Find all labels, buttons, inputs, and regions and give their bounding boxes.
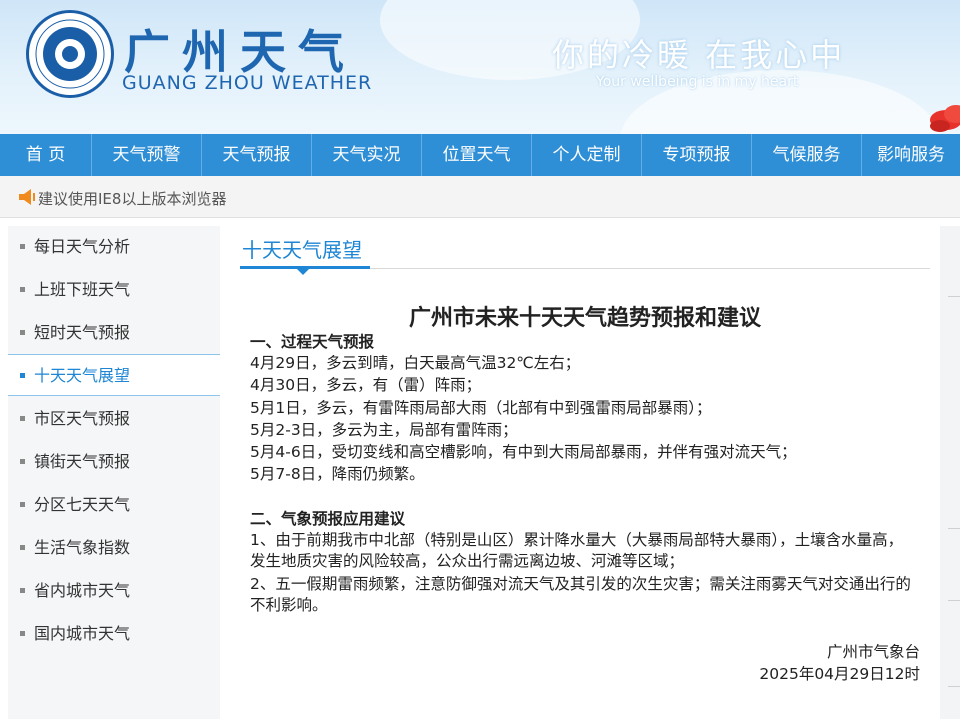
bullet-icon: [20, 631, 25, 636]
sidebar-item-label: 每日天气分析: [34, 237, 131, 256]
nav-item-warning[interactable]: 天气预警: [92, 134, 202, 176]
site-logo[interactable]: [26, 10, 114, 98]
bullet-icon: [20, 373, 25, 378]
sidebar-item-label: 国内城市天气: [34, 624, 131, 643]
sidebar-item-daily-analysis[interactable]: 每日天气分析: [8, 226, 220, 268]
sidebar-item-label: 市区天气预报: [34, 409, 131, 428]
bullet-icon: [20, 416, 25, 421]
bullet-icon: [20, 287, 25, 292]
flower-icon: [930, 105, 960, 132]
sidebar-item-district-seven-day[interactable]: 分区七天天气: [8, 484, 220, 526]
nav-item-location[interactable]: 位置天气: [422, 134, 532, 176]
right-panel-divider: [948, 686, 960, 687]
issue-time: 2025年04月29日12时: [759, 665, 920, 683]
section-heading-forecast: 一、过程天气预报: [250, 333, 375, 351]
header-slogan: 你的冷暖 在我心中: [552, 36, 846, 74]
sidebar-item-label: 短时天气预报: [34, 323, 131, 342]
main-nav: 首 页 天气预警 天气预报 天气实况 位置天气 个人定制 专项预报 气候服务 影…: [0, 134, 960, 176]
nav-item-home[interactable]: 首 页: [0, 134, 92, 176]
sidebar-item-commute[interactable]: 上班下班天气: [8, 269, 220, 311]
sidebar-item-province-cities[interactable]: 省内城市天气: [8, 570, 220, 612]
logo-emblem-icon: [43, 27, 97, 81]
sidebar-item-short-term[interactable]: 短时天气预报: [8, 312, 220, 354]
forecast-line: 5月7-8日，降雨仍频繁。: [250, 465, 425, 483]
sidebar: 每日天气分析 上班下班天气 短时天气预报 十天天气展望 市区天气预报 镇街天气预…: [8, 226, 220, 719]
bullet-icon: [20, 459, 25, 464]
sidebar-item-urban[interactable]: 市区天气预报: [8, 398, 220, 440]
sidebar-item-label: 生活气象指数: [34, 538, 131, 557]
tab-ten-day-outlook[interactable]: 十天天气展望: [242, 234, 362, 263]
forecast-line: 4月29日，多云到晴，白天最高气温32℃左右；: [250, 354, 581, 372]
sidebar-item-national-cities[interactable]: 国内城市天气: [8, 613, 220, 655]
site-title-en: GUANG ZHOU WEATHER: [122, 72, 373, 94]
site-header: 广州天气 GUANG ZHOU WEATHER 你的冷暖 在我心中 Your w…: [0, 0, 960, 134]
nav-item-impact[interactable]: 影响服务: [862, 134, 960, 176]
issuer: 广州市气象台: [826, 643, 920, 661]
right-panel-divider: [948, 600, 960, 601]
forecast-line: 5月1日，多云，有雷阵雨局部大雨（北部有中到强雷雨局部暴雨）；: [250, 399, 712, 417]
sidebar-item-label: 十天天气展望: [34, 366, 131, 385]
sidebar-item-label: 上班下班天气: [34, 280, 131, 299]
tab-pointer-icon: [297, 269, 309, 275]
speaker-icon: [19, 189, 35, 205]
right-panel: [940, 226, 960, 719]
right-panel-divider: [948, 528, 960, 529]
advice-paragraph: 1、由于前期我市中北部（特别是山区）累计降水量大（大暴雨局部特大暴雨），土壤含水…: [250, 531, 904, 570]
sidebar-item-town[interactable]: 镇街天气预报: [8, 441, 220, 483]
sidebar-item-label: 镇街天气预报: [34, 452, 131, 471]
advice-paragraph: 2、五一假期雷雨频繁，注意防御强对流天气及其引发的次生灾害；需关注雨雾天气对交通…: [250, 575, 911, 614]
section-heading-advice: 二、气象预报应用建议: [250, 510, 406, 528]
bullet-icon: [20, 244, 25, 249]
forecast-line: 4月30日，多云，有（雷）阵雨；: [250, 376, 482, 394]
sidebar-item-ten-day[interactable]: 十天天气展望: [8, 354, 220, 396]
nav-item-observation[interactable]: 天气实况: [312, 134, 422, 176]
sidebar-item-life-index[interactable]: 生活气象指数: [8, 527, 220, 569]
bullet-icon: [20, 502, 25, 507]
bullet-icon: [20, 330, 25, 335]
header-slogan-en: Your wellbeing is in my heart: [596, 74, 799, 90]
forecast-line: 5月2-3日，多云为主，局部有雷阵雨；: [250, 421, 518, 439]
document-title: 广州市未来十天天气趋势预报和建议: [408, 306, 761, 331]
bullet-icon: [20, 588, 25, 593]
sidebar-item-label: 省内城市天气: [34, 581, 131, 600]
nav-item-forecast[interactable]: 天气预报: [202, 134, 312, 176]
nav-item-climate[interactable]: 气候服务: [752, 134, 862, 176]
bullet-icon: [20, 545, 25, 550]
browser-notice-text: 建议使用IE8以上版本浏览器: [38, 190, 227, 208]
nav-item-special[interactable]: 专项预报: [642, 134, 752, 176]
right-panel-divider: [948, 296, 960, 297]
forecast-line: 5月4-6日，受切变线和高空槽影响，有中到大雨局部暴雨，并伴有强对流天气；: [250, 443, 797, 461]
nav-item-custom[interactable]: 个人定制: [532, 134, 642, 176]
sidebar-item-label: 分区七天天气: [34, 495, 131, 514]
